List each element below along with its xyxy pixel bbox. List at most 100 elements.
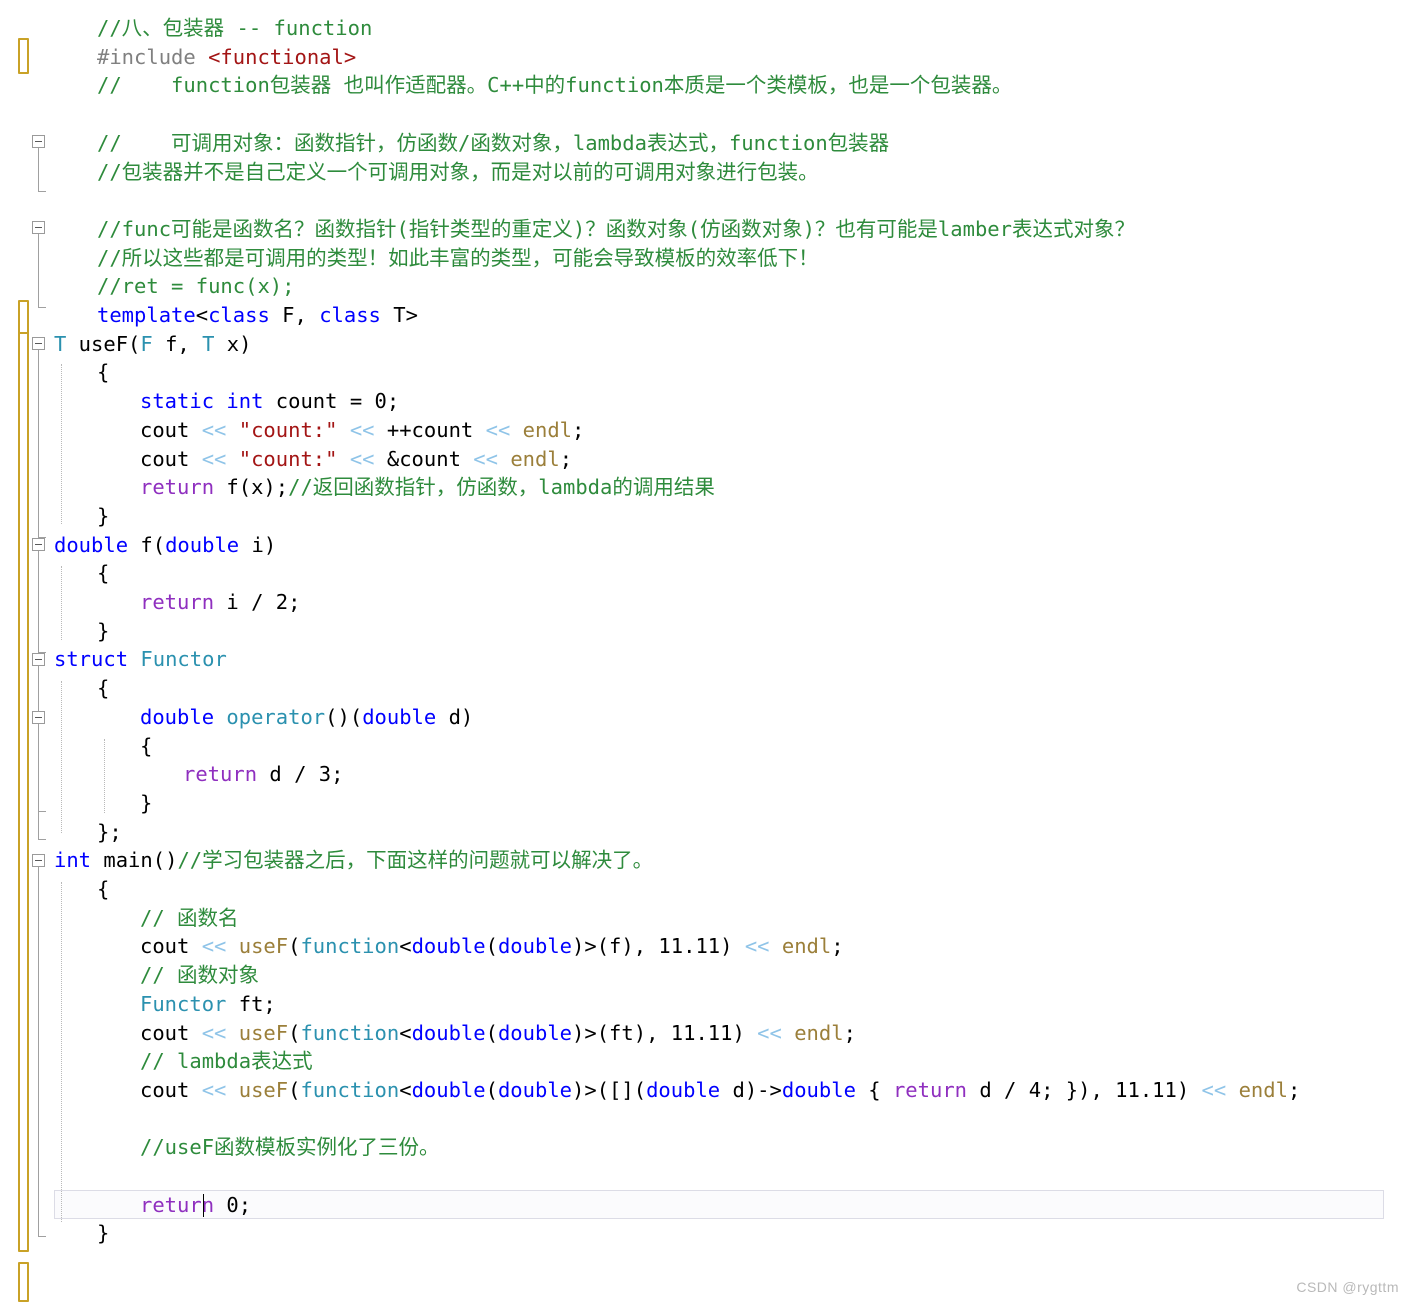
code-line[interactable]: int main()//学习包装器之后，下面这样的问题就可以解决了。 bbox=[0, 846, 1413, 875]
code-token: << bbox=[757, 1020, 782, 1045]
code-token: return bbox=[140, 475, 215, 500]
code-line[interactable]: // 函数名 bbox=[0, 904, 1413, 933]
code-line[interactable]: //func可能是函数名？函数指针(指针类型的重定义)？函数对象(仿函数对象)？… bbox=[0, 215, 1413, 244]
code-line[interactable]: // function包装器 也叫作适配器。C++中的function本质是一个… bbox=[0, 71, 1413, 100]
code-token: #include bbox=[97, 44, 209, 69]
code-line[interactable]: }; bbox=[0, 818, 1413, 847]
code-editor[interactable]: //八、包装器 -- function #include <functional>… bbox=[0, 0, 1413, 1307]
code-token: } bbox=[97, 1221, 110, 1246]
code-token: << bbox=[201, 1077, 227, 1102]
code-line[interactable]: { bbox=[0, 674, 1413, 703]
code-token: //学习包装器之后，下面这样的问题就可以解决了。 bbox=[177, 848, 654, 873]
code-token: { bbox=[97, 561, 110, 586]
code-token: <functional> bbox=[208, 44, 357, 69]
code-token: // lambda表达式 bbox=[140, 1049, 313, 1074]
code-line[interactable] bbox=[0, 1105, 1413, 1134]
code-token: d / 4; }), 11.11) bbox=[967, 1077, 1202, 1102]
code-token: { bbox=[97, 676, 110, 701]
code-line[interactable]: } bbox=[0, 1219, 1413, 1248]
code-line[interactable]: return i / 2; bbox=[0, 588, 1413, 617]
code-token: double bbox=[497, 1077, 573, 1102]
code-line[interactable]: cout << useF(function<double(double)>(f)… bbox=[0, 932, 1413, 961]
code-token: return bbox=[183, 762, 258, 787]
code-line[interactable]: //八、包装器 -- function bbox=[0, 14, 1413, 43]
code-token: return bbox=[892, 1077, 968, 1102]
code-token: < bbox=[195, 303, 209, 327]
code-line[interactable]: //useF函数模板实例化了三份。 bbox=[0, 1133, 1413, 1162]
code-line[interactable]: { bbox=[0, 559, 1413, 588]
code-line[interactable]: // 可调用对象：函数指针，仿函数/函数对象，lambda表达式，functio… bbox=[0, 129, 1413, 158]
code-line[interactable]: } bbox=[0, 617, 1413, 646]
code-line[interactable]: return d / 3; bbox=[0, 760, 1413, 789]
code-line[interactable]: cout << "count:" << &count << endl; bbox=[0, 445, 1413, 474]
code-line[interactable]: // 函数对象 bbox=[0, 961, 1413, 990]
code-line[interactable]: #include <functional> bbox=[0, 43, 1413, 72]
code-token: T bbox=[202, 331, 215, 356]
code-line[interactable] bbox=[0, 1248, 1413, 1277]
indent-guide bbox=[61, 364, 62, 524]
code-line[interactable] bbox=[0, 186, 1413, 215]
code-line[interactable]: double f(double i) bbox=[0, 531, 1413, 560]
code-line[interactable]: { bbox=[0, 358, 1413, 387]
code-token: return bbox=[140, 590, 215, 614]
code-line[interactable]: return 0; bbox=[0, 1191, 1413, 1220]
code-line[interactable] bbox=[0, 1162, 1413, 1191]
code-line[interactable]: T useF(F f, T x) bbox=[0, 330, 1413, 359]
indent-guide bbox=[61, 882, 62, 1222]
code-token: ( bbox=[288, 934, 301, 959]
code-line[interactable]: //所以这些都是可调用的类型！如此丰富的类型，可能会导致模板的效率低下！ bbox=[0, 244, 1413, 273]
code-token: )>(ft), 11.11) bbox=[572, 1020, 758, 1045]
code-token: main() bbox=[91, 848, 178, 873]
code-line[interactable]: // lambda表达式 bbox=[0, 1047, 1413, 1076]
code-token: ++count bbox=[374, 417, 486, 442]
code-line[interactable] bbox=[0, 100, 1413, 129]
code-line[interactable]: { bbox=[0, 875, 1413, 904]
code-line[interactable] bbox=[0, 1277, 1413, 1306]
code-line[interactable]: struct Functor bbox=[0, 645, 1413, 674]
code-token: //包装器并不是自己定义一个可调用对象，而是对以前的可调用对象进行包装。 bbox=[97, 159, 819, 184]
code-line[interactable]: Functor ft; bbox=[0, 990, 1413, 1019]
code-line[interactable]: //ret = func(x); bbox=[0, 272, 1413, 301]
code-token: Functor bbox=[140, 647, 227, 672]
code-token: i / 2; bbox=[214, 590, 301, 614]
code-token: //useF函数模板实例化了三份。 bbox=[140, 1135, 440, 1160]
code-token: //八、包装器 -- function bbox=[97, 16, 373, 40]
code-token: ; bbox=[1287, 1077, 1301, 1102]
code-token: cout bbox=[140, 934, 202, 959]
code-line[interactable]: return f(x);//返回函数指针，仿函数，lambda的调用结果 bbox=[0, 473, 1413, 502]
code-line[interactable]: } bbox=[0, 789, 1413, 818]
code-token: endl bbox=[1238, 1077, 1288, 1102]
code-line[interactable]: double operator()(double d) bbox=[0, 703, 1413, 732]
code-line[interactable]: //包装器并不是自己定义一个可调用对象，而是对以前的可调用对象进行包装。 bbox=[0, 158, 1413, 187]
code-token: operator bbox=[226, 704, 326, 729]
code-token: // 函数名 bbox=[140, 905, 239, 930]
code-token: // 可调用对象：函数指针，仿函数/函数对象，lambda表达式，functio… bbox=[97, 130, 890, 155]
code-token: << bbox=[201, 446, 227, 471]
code-token: << bbox=[473, 446, 498, 471]
csdn-watermark: CSDN @rygttm bbox=[1296, 1279, 1399, 1295]
code-line[interactable]: static int count = 0; bbox=[0, 387, 1413, 416]
code-token: class bbox=[208, 303, 270, 327]
code-line[interactable]: } bbox=[0, 502, 1413, 531]
code-token: T> bbox=[380, 303, 418, 327]
code-token: } bbox=[97, 618, 110, 643]
code-token: int bbox=[54, 848, 92, 873]
code-token: { bbox=[97, 360, 110, 385]
code-line[interactable]: cout << "count:" << ++count << endl; bbox=[0, 416, 1413, 445]
code-line[interactable]: { bbox=[0, 732, 1413, 761]
code-line[interactable]: template<class F, class T> bbox=[0, 301, 1413, 330]
code-line[interactable]: cout << useF(function<double(double)>(ft… bbox=[0, 1019, 1413, 1048]
code-line[interactable]: cout << useF(function<double(double)>([]… bbox=[0, 1076, 1413, 1105]
code-token: double bbox=[411, 1077, 486, 1102]
code-token: endl bbox=[794, 1020, 844, 1045]
code-token: double bbox=[362, 704, 437, 729]
code-token: << bbox=[201, 417, 227, 442]
code-token: useF( bbox=[66, 331, 141, 356]
code-token: << bbox=[201, 934, 227, 959]
code-token: "count:" bbox=[238, 446, 338, 471]
